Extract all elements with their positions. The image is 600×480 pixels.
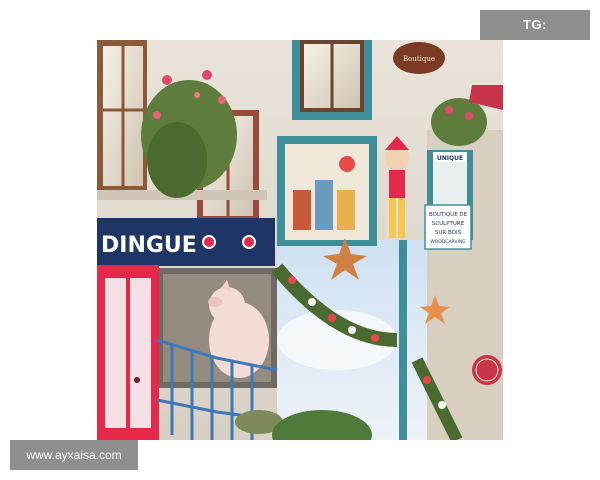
woodcarving-sign-line4: WOODCARVING: [430, 239, 466, 245]
storefront-sign-text: DINGUE: [101, 233, 197, 258]
lamp-post: [399, 240, 407, 440]
watermark-top-right: TG: MYYJJPP: [480, 10, 590, 62]
oval-shop-sign-text: Boutique: [403, 55, 435, 63]
center-upper-window: [292, 40, 372, 120]
woodcarving-sign-line1: BOUTIQUE DE: [429, 212, 468, 218]
street-photo-collage: DINGUE Boutique UNIQUE BOUTIQUE DE SCULP…: [97, 40, 503, 440]
woodcarving-sign-line3: SUR BOIS: [435, 230, 462, 236]
woodcarving-sign: BOUTIQUE DE SCULPTURE SUR BOIS WOODCARVI…: [424, 204, 472, 250]
oval-shop-sign: Boutique: [393, 42, 445, 74]
page: DINGUE Boutique UNIQUE BOUTIQUE DE SCULP…: [0, 0, 600, 480]
small-sign-text: UNIQUE: [437, 155, 463, 162]
red-door: [97, 265, 159, 440]
woodcarving-sign-line2: SCULPTURE: [432, 221, 465, 227]
right-hanging-basket: [431, 98, 487, 146]
toy-shop-window: [277, 136, 377, 246]
collage-illustration: DINGUE Boutique UNIQUE BOUTIQUE DE SCULP…: [97, 40, 503, 440]
watermark-bottom-left: www.ayxaisa.com: [10, 440, 138, 470]
storefront-sign: DINGUE: [97, 218, 275, 266]
